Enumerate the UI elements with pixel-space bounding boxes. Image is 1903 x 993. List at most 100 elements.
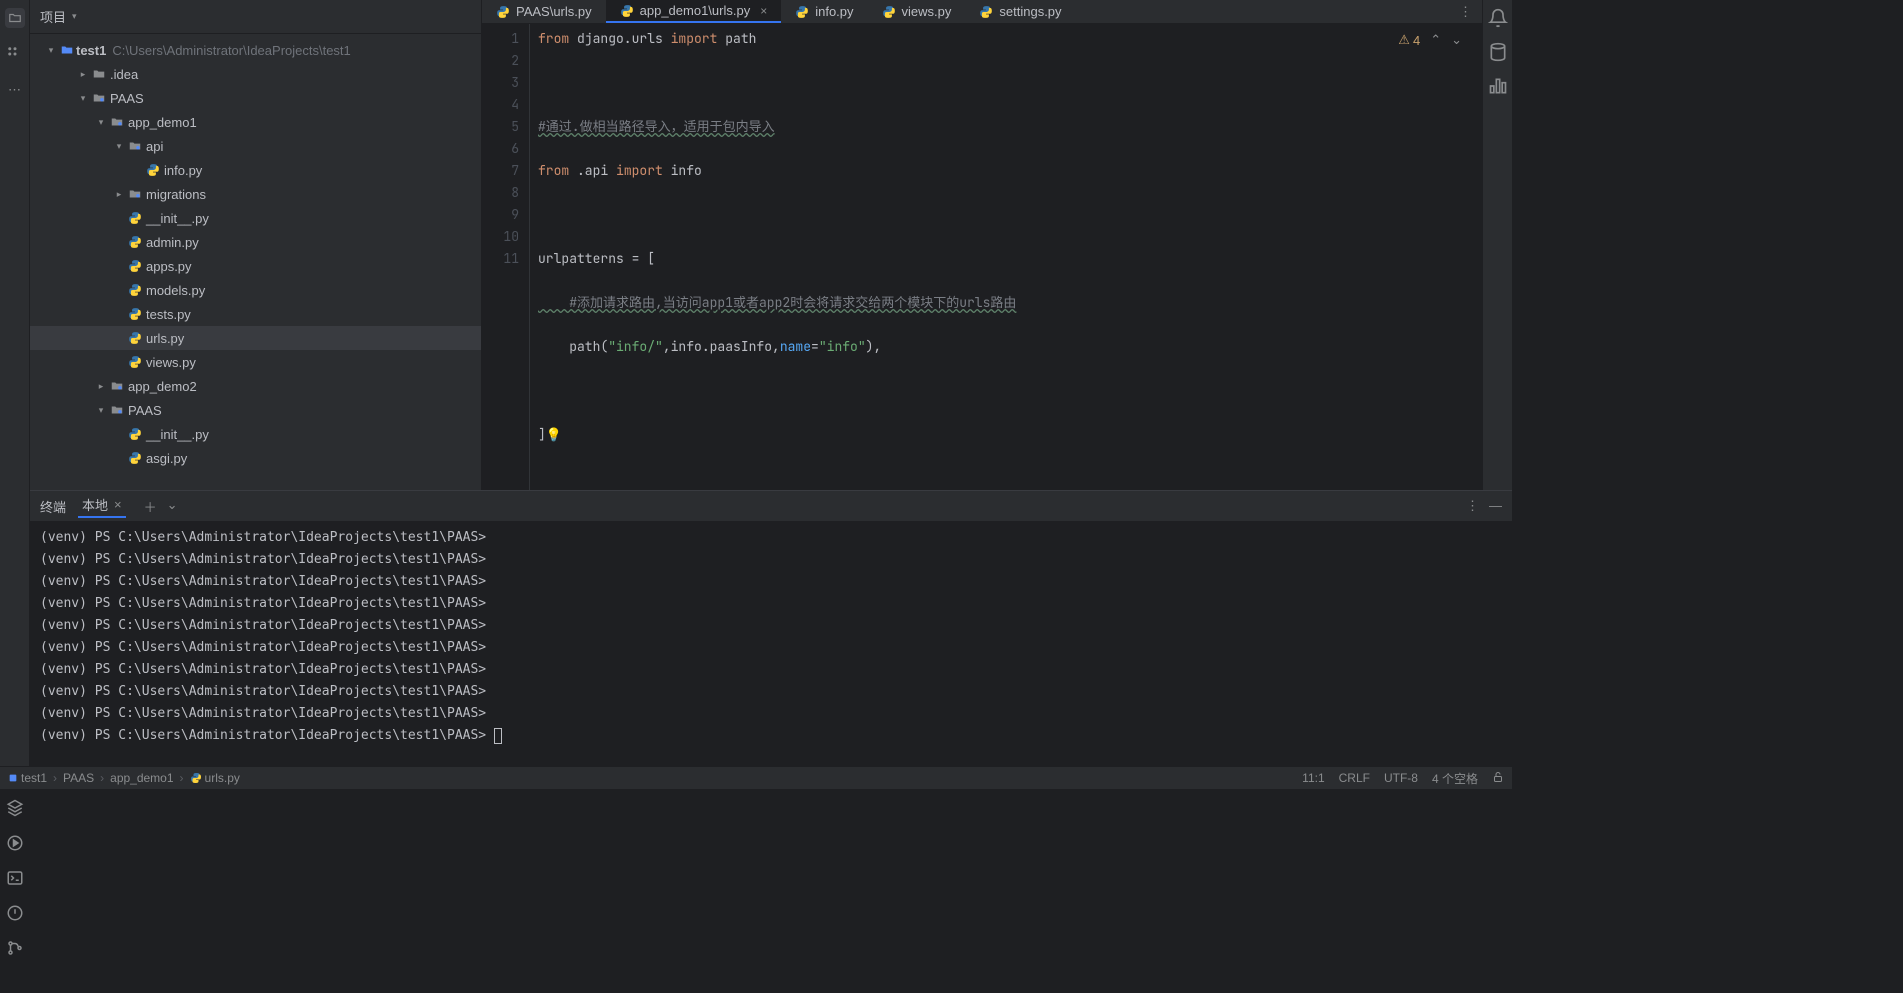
terminal-line: (venv) PS C:\Users\Administrator\IdeaPro… — [40, 571, 1502, 593]
structure-tool-icon[interactable] — [5, 44, 25, 64]
tree-label: __init__.py — [144, 211, 209, 226]
profiler-icon[interactable] — [1488, 76, 1508, 96]
tree-label: migrations — [144, 187, 206, 202]
close-icon[interactable]: × — [760, 4, 767, 18]
folder-icon — [108, 403, 126, 417]
tab-label: views.py — [902, 4, 952, 19]
tree-file[interactable]: asgi.py — [30, 446, 481, 470]
project-folder-icon — [58, 43, 76, 57]
tree-label: apps.py — [144, 259, 192, 274]
chevron-down-icon: ▾ — [44, 45, 58, 56]
tree-label: models.py — [144, 283, 205, 298]
code-area[interactable]: from django.urls import path #通过.做相当路径导入… — [530, 24, 1482, 490]
warning-badge[interactable]: ⚠4 — [1398, 32, 1420, 48]
python-icon — [126, 451, 144, 465]
tree-label: admin.py — [144, 235, 199, 250]
chevron-icon: ▸ — [112, 189, 126, 200]
problems-icon[interactable] — [6, 904, 24, 925]
status-bar: test1 › PAAS › app_demo1 › urls.py 11:1 … — [0, 766, 1512, 789]
folder-icon — [90, 67, 108, 81]
tree-folder[interactable]: ▸app_demo2 — [30, 374, 481, 398]
project-panel-header[interactable]: 项目 ▾ — [30, 0, 481, 34]
terminal-title: 终端 — [40, 497, 66, 516]
tree-file[interactable]: info.py — [30, 158, 481, 182]
folder-icon — [126, 139, 144, 153]
intention-bulb-icon[interactable]: 💡 — [546, 424, 562, 446]
editor-tab[interactable]: settings.py — [965, 0, 1075, 23]
project-name: test1 — [76, 43, 106, 58]
terminal-dropdown-icon[interactable]: ⌄ — [167, 497, 178, 516]
tree-label: views.py — [144, 355, 196, 370]
indent-setting[interactable]: 4 个空格 — [1432, 770, 1478, 787]
editor-tabs: PAAS\urls.py app_demo1\urls.py × info.py vie… — [482, 0, 1482, 24]
tree-file[interactable]: views.py — [30, 350, 481, 374]
tree-label: PAAS — [108, 91, 144, 106]
python-icon — [620, 4, 634, 18]
tree-label: urls.py — [144, 331, 184, 346]
readonly-lock-icon[interactable] — [1492, 771, 1504, 786]
editor-body[interactable]: 1234567891011 from django.urls import pa… — [482, 24, 1482, 490]
nav-up-icon[interactable]: ⌃ — [1430, 32, 1441, 48]
terminal-menu-icon[interactable]: ⋮ — [1466, 498, 1479, 514]
python-icon — [126, 235, 144, 249]
tree-folder[interactable]: ▾ api — [30, 134, 481, 158]
python-icon — [882, 5, 896, 19]
tree-project-root[interactable]: ▾ test1 C:\Users\Administrator\IdeaProje… — [30, 38, 481, 62]
add-terminal-icon[interactable]: ＋ — [144, 497, 157, 516]
python-icon — [126, 355, 144, 369]
project-tree: ▾ test1 C:\Users\Administrator\IdeaProje… — [30, 34, 481, 490]
more-tool-icon[interactable]: ⋯ — [5, 80, 25, 100]
python-icon — [795, 5, 809, 19]
terminal-line: (venv) PS C:\Users\Administrator\IdeaPro… — [40, 681, 1502, 703]
editor-tab[interactable]: views.py — [868, 0, 966, 23]
terminal-icon[interactable] — [6, 869, 24, 890]
database-icon[interactable] — [1488, 42, 1508, 62]
close-icon[interactable]: × — [114, 497, 122, 512]
python-icon — [126, 283, 144, 297]
tree-file[interactable]: models.py — [30, 278, 481, 302]
tree-label: PAAS — [126, 403, 162, 418]
vcs-icon[interactable] — [6, 939, 24, 960]
terminal-line: (venv) PS C:\Users\Administrator\IdeaPro… — [40, 703, 1502, 725]
python-icon — [979, 5, 993, 19]
run-icon[interactable] — [6, 834, 24, 855]
terminal-panel: 终端 本地 × ＋ ⌄ ⋮ — (venv) PS C:\Users\Admin… — [30, 490, 1512, 756]
minimize-icon[interactable]: — — [1489, 498, 1502, 514]
tree-file[interactable]: apps.py — [30, 254, 481, 278]
tree-folder[interactable]: ▾PAAS — [30, 398, 481, 422]
tree-file[interactable]: admin.py — [30, 230, 481, 254]
editor-tab[interactable]: app_demo1\urls.py × — [606, 0, 782, 23]
breadcrumb[interactable]: test1 › PAAS › app_demo1 › urls.py — [8, 771, 240, 785]
tree-label: api — [144, 139, 163, 154]
layers-icon[interactable] — [6, 799, 24, 820]
project-tool-icon[interactable] — [5, 8, 25, 28]
chevron-icon: ▾ — [76, 93, 90, 104]
nav-down-icon[interactable]: ⌄ — [1451, 32, 1462, 48]
terminal-line: (venv) PS C:\Users\Administrator\IdeaPro… — [40, 615, 1502, 637]
python-icon — [496, 5, 510, 19]
line-separator[interactable]: CRLF — [1339, 771, 1370, 785]
tree-file[interactable]: __init__.py — [30, 422, 481, 446]
terminal-line: (venv) PS C:\Users\Administrator\IdeaPro… — [40, 659, 1502, 681]
tree-folder[interactable]: ▾app_demo1 — [30, 110, 481, 134]
tree-file[interactable]: tests.py — [30, 302, 481, 326]
file-encoding[interactable]: UTF-8 — [1384, 771, 1418, 785]
terminal-body[interactable]: (venv) PS C:\Users\Administrator\IdeaPro… — [30, 521, 1512, 756]
editor-tab[interactable]: info.py — [781, 0, 867, 23]
tab-menu-icon[interactable]: ⋮ — [1459, 4, 1472, 20]
left-rail-bottom — [0, 799, 30, 970]
cursor-position[interactable]: 11:1 — [1302, 771, 1324, 785]
tree-folder[interactable]: ▸ migrations — [30, 182, 481, 206]
terminal-tab[interactable]: 本地 × — [78, 495, 126, 518]
python-icon — [190, 772, 202, 784]
tree-file[interactable]: urls.py — [30, 326, 481, 350]
editor-tab[interactable]: PAAS\urls.py — [482, 0, 606, 23]
tree-folder[interactable]: ▸.idea — [30, 62, 481, 86]
tree-label: asgi.py — [144, 451, 187, 466]
chevron-icon: ▾ — [112, 141, 126, 152]
tab-label: app_demo1\urls.py — [640, 3, 751, 18]
chevron-down-icon: ▾ — [72, 11, 77, 22]
notifications-icon[interactable] — [1488, 8, 1508, 28]
tree-file[interactable]: __init__.py — [30, 206, 481, 230]
tree-folder[interactable]: ▾ PAAS — [30, 86, 481, 110]
